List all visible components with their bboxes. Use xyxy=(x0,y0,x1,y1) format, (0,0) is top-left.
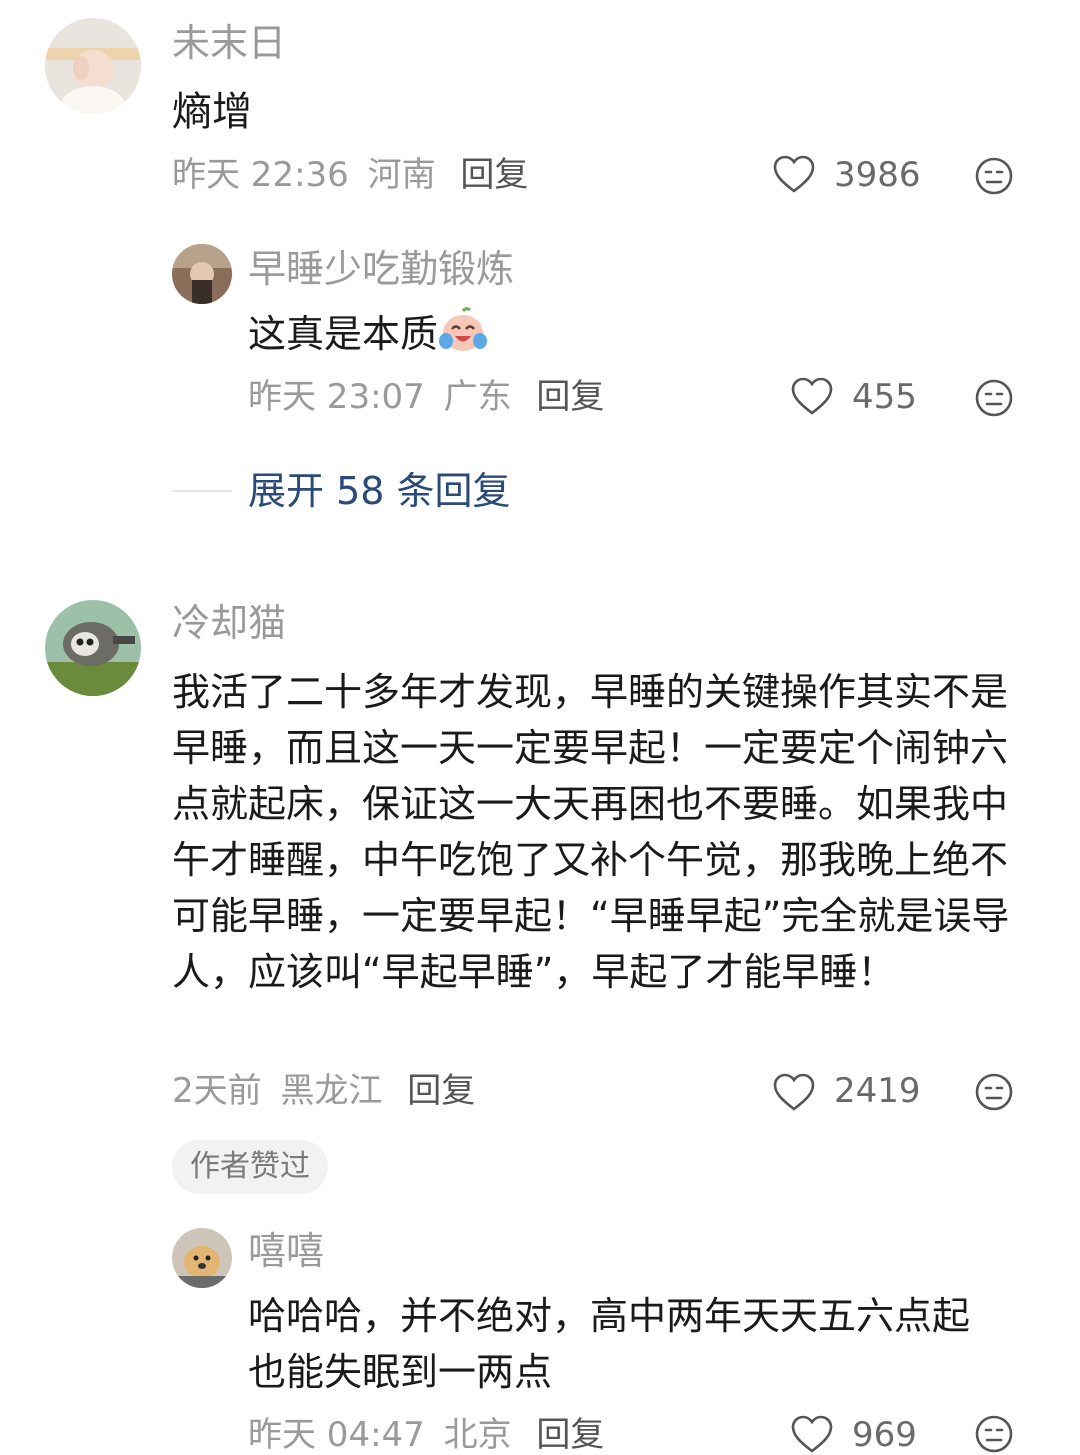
reply-button[interactable]: 回复 xyxy=(407,1071,475,1111)
reply-button[interactable]: 回复 xyxy=(536,1415,604,1455)
dislike-face-icon[interactable] xyxy=(974,1414,1014,1454)
avatar[interactable] xyxy=(172,1228,232,1288)
like-count: 455 xyxy=(852,377,917,417)
reply-time: 昨天 04:47 xyxy=(248,1415,425,1455)
comment-time: 2天前 xyxy=(172,1071,262,1111)
comment-meta: 2天前 黑龙江 回复 xyxy=(172,1074,475,1108)
comment-author-name[interactable]: 未末日 xyxy=(172,24,286,62)
reply-location: 广东 xyxy=(443,377,512,417)
avatar[interactable] xyxy=(45,600,141,696)
reply-author-name[interactable]: 嘻嘻 xyxy=(248,1232,324,1270)
reply-text: 这真是本质 xyxy=(248,306,488,362)
dislike-face-icon[interactable] xyxy=(974,1072,1014,1112)
reply-button[interactable]: 回复 xyxy=(536,377,604,417)
reply-button[interactable]: 回复 xyxy=(460,155,528,195)
comment-time: 昨天 22:36 xyxy=(172,155,349,195)
comment-meta: 昨天 22:36 河南 回复 xyxy=(172,158,528,192)
reply-text: 哈哈哈，并不绝对，高中两年天天五六点起 也能失眠到一两点 xyxy=(248,1294,971,1394)
avatar[interactable] xyxy=(172,244,232,304)
reply-text-content: 这真是本质 xyxy=(248,312,439,356)
comment-location: 黑龙江 xyxy=(280,1071,383,1111)
comment-text: 熵增 xyxy=(172,89,252,135)
dislike-face-icon[interactable] xyxy=(974,378,1014,418)
avatar[interactable] xyxy=(45,18,141,114)
reply-meta: 昨天 23:07 广东 回复 xyxy=(248,380,604,414)
comment-author-name[interactable]: 冷却猫 xyxy=(172,604,286,642)
heart-icon[interactable] xyxy=(772,154,816,194)
heart-icon[interactable] xyxy=(772,1072,816,1112)
dislike-face-icon[interactable] xyxy=(974,156,1014,196)
reply-author-name[interactable]: 早睡少吃勤锻炼 xyxy=(248,250,514,288)
like-count: 3986 xyxy=(834,155,921,195)
like-count: 969 xyxy=(852,1415,917,1455)
reply-meta: 昨天 04:47 北京 回复 xyxy=(248,1418,604,1452)
heart-icon[interactable] xyxy=(790,376,834,416)
comment-location: 河南 xyxy=(367,155,436,195)
comment-text: 我活了二十多年才发现，早睡的关键操作其实不是早睡，而且这一天一定要早起！一定要定… xyxy=(172,670,1010,994)
reply-location: 北京 xyxy=(443,1415,512,1455)
expand-replies-button[interactable]: 展开 58 条回复 xyxy=(248,472,511,510)
reply-time: 昨天 23:07 xyxy=(248,377,425,417)
heart-icon[interactable] xyxy=(790,1414,834,1454)
like-count: 2419 xyxy=(834,1071,921,1111)
expand-divider xyxy=(172,490,232,492)
author-liked-badge: 作者赞过 xyxy=(172,1140,328,1194)
laughing-crying-face-icon xyxy=(439,307,488,351)
